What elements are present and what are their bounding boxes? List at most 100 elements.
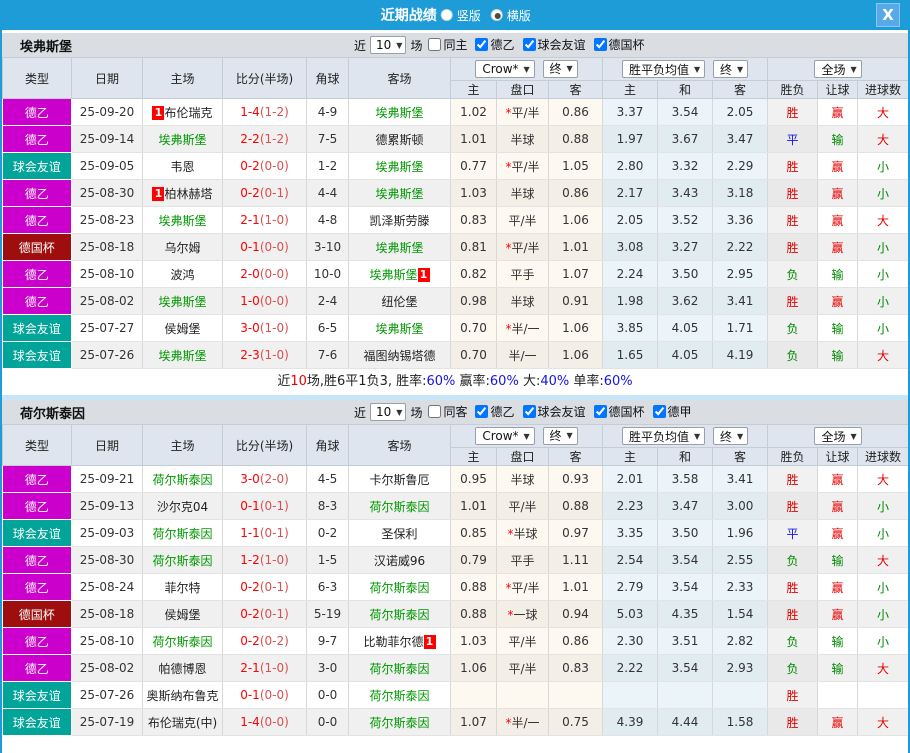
avg-away-cell: 1.58 [712, 708, 769, 736]
full-match-select[interactable]: 全场 ▼ [814, 60, 862, 78]
checkbox-德国杯[interactable] [593, 38, 607, 51]
match-count-select[interactable]: 10 ▼ [370, 403, 407, 421]
odds-home-cell: 0.83 [450, 206, 497, 234]
result-handicap-cell: 输 [817, 125, 859, 153]
matches-label: 场 [410, 38, 423, 53]
final-select-2[interactable]: 终 ▼ [712, 427, 749, 445]
col-home: 主场 [142, 424, 223, 466]
col-odds-away: 客 [547, 80, 604, 99]
checkbox-德乙[interactable] [475, 38, 489, 51]
checkbox-label: 德国杯 [608, 38, 645, 52]
handicap-cell: 半球 [496, 287, 549, 315]
team-name-text: 侯姆堡 [164, 607, 201, 622]
avg-select[interactable]: 胜平负均值 ▼ [621, 60, 706, 78]
checkbox-同主[interactable] [428, 38, 442, 51]
avg-draw-cell: 3.43 [657, 179, 714, 207]
final-select-1[interactable]: 终 ▼ [542, 59, 578, 78]
close-button[interactable]: X [876, 3, 900, 27]
checkbox-德国杯[interactable] [593, 405, 607, 418]
team-name-text: 埃弗斯堡 [375, 321, 424, 336]
avg-away-cell: 3.47 [712, 125, 769, 153]
match-row: 德乙 25-08-02 帕德博恩 2-1(1-0) 3-0 荷尔斯泰因 1.06 平/半 0.8… [2, 654, 908, 682]
checkbox-球会友谊[interactable] [522, 405, 536, 418]
result-wdl-cell: 胜 [767, 465, 819, 493]
avg-draw-cell: 4.44 [657, 708, 714, 736]
team-name-text: 埃弗斯堡 [158, 132, 207, 147]
rank-badge: 1 [152, 105, 165, 120]
team-name-text: 奥斯纳布鲁克 [146, 688, 219, 703]
vertical-layout-radio[interactable] [440, 9, 453, 21]
result-handicap-cell: 输 [817, 654, 859, 682]
date-cell: 25-07-19 [71, 708, 143, 736]
col-res-goal: 进球数 [857, 447, 908, 466]
avg-select[interactable]: 胜平负均值 ▼ [621, 427, 706, 445]
odds-away-cell: 1.05 [548, 152, 604, 180]
match-row: 球会友谊 25-07-26 奥斯纳布鲁克 0-1(0-0) 0-0 荷尔斯泰因 胜 [2, 681, 908, 709]
checkbox-德乙[interactable] [475, 405, 489, 418]
league-badge: 德国杯 [2, 233, 72, 261]
recent-results-dialog: 近期战绩 竖版 横版 X 埃弗斯堡 近 10 ▼ 场 同主 德乙 球会友谊 德国杯 类型… [0, 0, 910, 753]
corner-cell: 5-19 [306, 600, 349, 628]
full-match-select[interactable]: 全场 ▼ [814, 427, 862, 445]
avg-away-cell: 2.29 [712, 152, 769, 180]
rank-badge: 1 [152, 186, 165, 201]
league-filter-同主[interactable]: 同主 [422, 36, 467, 53]
league-filter-德乙[interactable]: 德乙 [469, 403, 515, 420]
checkbox-球会友谊[interactable] [522, 38, 536, 51]
vertical-layout-label[interactable]: 竖版 [457, 7, 481, 24]
result-wdl-cell: 胜 [767, 98, 819, 126]
final-select-2[interactable]: 终 ▼ [712, 60, 749, 78]
odds-home-cell [450, 681, 497, 709]
rank-badge: 1 [423, 634, 436, 649]
team-cell: 埃弗斯堡 [348, 152, 451, 180]
final-select-1[interactable]: 终 ▼ [542, 426, 578, 445]
odds-away-cell: 1.01 [548, 573, 604, 601]
team-name-text: 侯姆堡 [164, 321, 201, 336]
checkbox-德甲[interactable] [652, 405, 666, 418]
near-label: 近 [354, 405, 367, 420]
col-handicap: 盘口 [496, 80, 549, 99]
league-filter-德乙[interactable]: 德乙 [469, 36, 515, 53]
avg-draw-cell: 3.27 [657, 233, 714, 261]
league-filter-球会友谊[interactable]: 球会友谊 [517, 403, 586, 420]
match-row: 德乙 25-08-23 埃弗斯堡 2-1(1-0) 4-8 凯泽斯劳滕 0.83 平/半 1.0… [2, 206, 908, 234]
summary-part: 60% [426, 374, 456, 389]
avg-away-cell: 1.96 [712, 519, 769, 547]
team-cell: 荷尔斯泰因 [348, 492, 451, 520]
checkbox-同客[interactable] [428, 405, 442, 418]
odds-away-cell: 1.06 [548, 314, 604, 342]
league-filter-德国杯[interactable]: 德国杯 [588, 403, 645, 420]
col-res-let: 让球 [817, 80, 859, 99]
corner-cell: 7-6 [306, 341, 349, 369]
result-handicap-cell [817, 681, 859, 709]
avg-draw-cell: 4.05 [657, 314, 714, 342]
bookmaker-select[interactable]: Crow* ▼ [475, 60, 535, 79]
league-filter-德国杯[interactable]: 德国杯 [588, 36, 645, 53]
horizontal-layout-radio[interactable] [490, 9, 503, 21]
league-filter-球会友谊[interactable]: 球会友谊 [517, 36, 586, 53]
date-cell: 25-09-05 [71, 152, 143, 180]
avg-away-cell: 4.19 [712, 341, 769, 369]
horizontal-layout-label[interactable]: 横版 [507, 7, 531, 24]
match-row: 德国杯 25-08-18 侯姆堡 0-2(0-1) 5-19 荷尔斯泰因 0.88 *一球 0.… [2, 600, 908, 628]
col-avg-draw: 和 [657, 80, 714, 99]
avg-home-cell: 3.35 [602, 519, 659, 547]
handicap-cell: 平手 [496, 546, 549, 574]
avg-draw-cell: 3.52 [657, 206, 714, 234]
bookmaker-select[interactable]: Crow* ▼ [475, 427, 535, 446]
rank-badge: 1 [417, 267, 430, 282]
handicap-cell: 平/半 [496, 627, 549, 655]
avg-away-cell: 2.82 [712, 627, 769, 655]
league-badge: 德国杯 [2, 600, 72, 628]
result-wdl-cell: 胜 [767, 681, 819, 709]
league-filter-同客[interactable]: 同客 [422, 403, 467, 420]
avg-home-cell [602, 681, 659, 709]
match-count-select[interactable]: 10 ▼ [370, 36, 407, 54]
match-row: 德乙 25-09-14 埃弗斯堡 2-2(1-2) 7-5 德累斯顿 1.01 半球 0.88 1… [2, 125, 908, 153]
chevron-down-icon: ▼ [736, 64, 744, 74]
league-filter-德甲[interactable]: 德甲 [647, 403, 692, 420]
avg-home-cell: 5.03 [602, 600, 659, 628]
odds-away-cell: 1.01 [548, 233, 604, 261]
result-wdl-cell: 负 [767, 314, 819, 342]
col-corner: 角球 [306, 57, 349, 99]
